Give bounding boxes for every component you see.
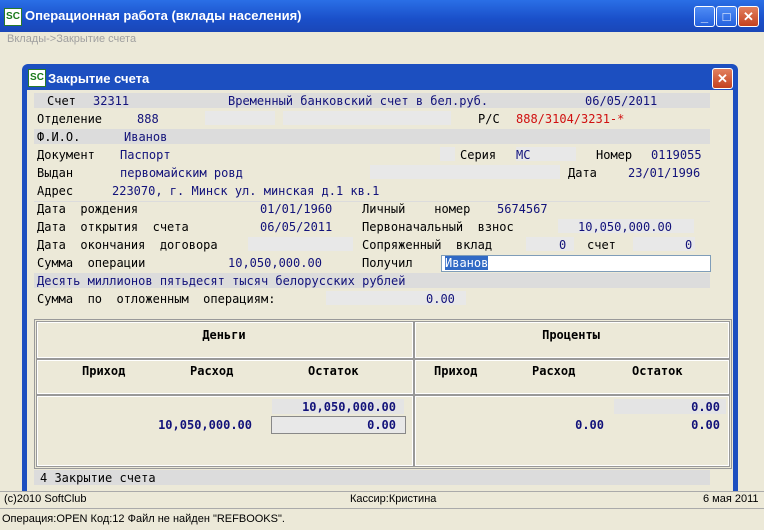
- document-label: Документ: [37, 148, 95, 162]
- interest-expense-row2: 0.00: [575, 418, 604, 432]
- issued-value: первомайским ровд: [120, 166, 243, 180]
- money-header: Деньги: [202, 328, 246, 342]
- issued-label: Выдан: [37, 166, 74, 180]
- branch-label: Отделение: [37, 112, 103, 126]
- personal-number-value: 5674567: [497, 202, 548, 216]
- account-value: 32311: [93, 94, 130, 108]
- birth-date-label: Дата рождения: [37, 202, 139, 216]
- operation-code: 4 Закрытие счета: [40, 471, 156, 485]
- status-date: 6 мая 2011: [703, 493, 759, 505]
- sum-in-words: Десять миллионов пятьдесят тысяч белорус…: [37, 274, 406, 288]
- end-date-label: Дата окончания договора: [37, 238, 218, 252]
- interest-income-col: Приход: [434, 364, 478, 378]
- number-value: 0119055: [651, 148, 702, 162]
- close-button[interactable]: ✕: [738, 6, 759, 27]
- field-bg: [370, 165, 560, 179]
- received-input-selected-text: Иванов: [445, 256, 489, 270]
- interest-balance-row1: 0.00: [691, 400, 720, 414]
- money-expense-row2: 10,050,000.00: [158, 418, 252, 432]
- field-bg: [526, 237, 574, 251]
- received-input[interactable]: Иванов: [441, 255, 711, 272]
- fio-label: Ф.И.О.: [37, 130, 81, 144]
- field-bg: [283, 111, 451, 125]
- series-label: Серия: [460, 148, 497, 162]
- personal-number-label: Личный номер: [362, 202, 471, 216]
- status-message: Операция:OPEN Код:12 Файл не найден "REF…: [2, 513, 285, 525]
- app-title-bar: SC Операционная работа (вклады населения…: [0, 0, 764, 32]
- field-bg: [440, 147, 455, 161]
- breadcrumb: Вклады->Закрытие счета: [7, 33, 137, 45]
- operation-sum-value: 10,050,000.00: [228, 256, 322, 270]
- account-label: Счет: [47, 94, 76, 108]
- initial-deposit-label: Первоначальный взнос: [362, 220, 514, 234]
- interest-balance-row2: 0.00: [691, 418, 720, 432]
- field-bg: [205, 111, 275, 125]
- received-label: Получил: [362, 256, 413, 270]
- message-bar: Операция:OPEN Код:12 Файл не найден "REF…: [0, 508, 764, 530]
- interest-header: Проценты: [542, 328, 600, 342]
- address-value: 223070, г. Минск ул. минская д.1 кв.1: [112, 184, 380, 198]
- status-bar: (c)2010 SoftClub Кассир:Кристина 6 мая 2…: [0, 491, 764, 508]
- number-label: Номер: [596, 148, 633, 162]
- maximize-button[interactable]: □: [716, 6, 737, 27]
- issue-date-value: 23/01/1996: [628, 166, 701, 180]
- linked-account-value: 0: [685, 238, 693, 252]
- issue-date-label: Дата: [568, 166, 597, 180]
- birth-date-value: 01/01/1960: [260, 202, 333, 216]
- dialog-title: Закрытие счета: [48, 71, 150, 86]
- dialog-logo-icon: SC: [28, 69, 46, 87]
- money-balance-row2: 0.00: [367, 418, 396, 432]
- rs-value: 888/3104/3231-*: [516, 112, 625, 126]
- open-date-label: Дата открытия счета: [37, 220, 189, 234]
- dialog-close-button[interactable]: ✕: [712, 68, 733, 89]
- app-title: Операционная работа (вклады населения): [25, 8, 302, 23]
- document-value: Паспорт: [120, 148, 171, 162]
- operation-sum-label: Сумма операции: [37, 256, 146, 270]
- branch-value: 888: [137, 112, 159, 126]
- app-logo-icon: SC: [4, 8, 22, 26]
- linked-account-label: счет: [587, 238, 616, 252]
- fio-value: Иванов: [124, 130, 168, 144]
- minimize-button[interactable]: _: [694, 6, 715, 27]
- interest-balance-col: Остаток: [632, 364, 683, 378]
- deferred-sum-label: Сумма по отложенным операциям:: [37, 292, 276, 306]
- account-type: Временный банковский счет в бел.руб.: [228, 94, 489, 108]
- account-date: 06/05/2011: [585, 94, 658, 108]
- initial-deposit-value: 10,050,000.00: [578, 220, 672, 234]
- field-bg: [248, 237, 353, 251]
- linked-deposit-label: Сопряженный вклад: [362, 238, 493, 252]
- address-label: Адрес: [37, 184, 74, 198]
- rs-label: Р/С: [478, 112, 500, 126]
- deferred-sum-value: 0.00: [426, 292, 455, 306]
- copyright-text: (c)2010 SoftClub: [4, 493, 87, 505]
- money-expense-col: Расход: [190, 364, 234, 378]
- open-date-value: 06/05/2011: [260, 220, 333, 234]
- interest-expense-col: Расход: [532, 364, 576, 378]
- series-value: МС: [516, 148, 531, 162]
- cashier-text: Кассир:Кристина: [350, 493, 437, 505]
- money-balance-col: Остаток: [308, 364, 359, 378]
- money-income-col: Приход: [82, 364, 126, 378]
- money-balance-row1: 10,050,000.00: [302, 400, 396, 414]
- linked-deposit-value: 0: [559, 238, 567, 252]
